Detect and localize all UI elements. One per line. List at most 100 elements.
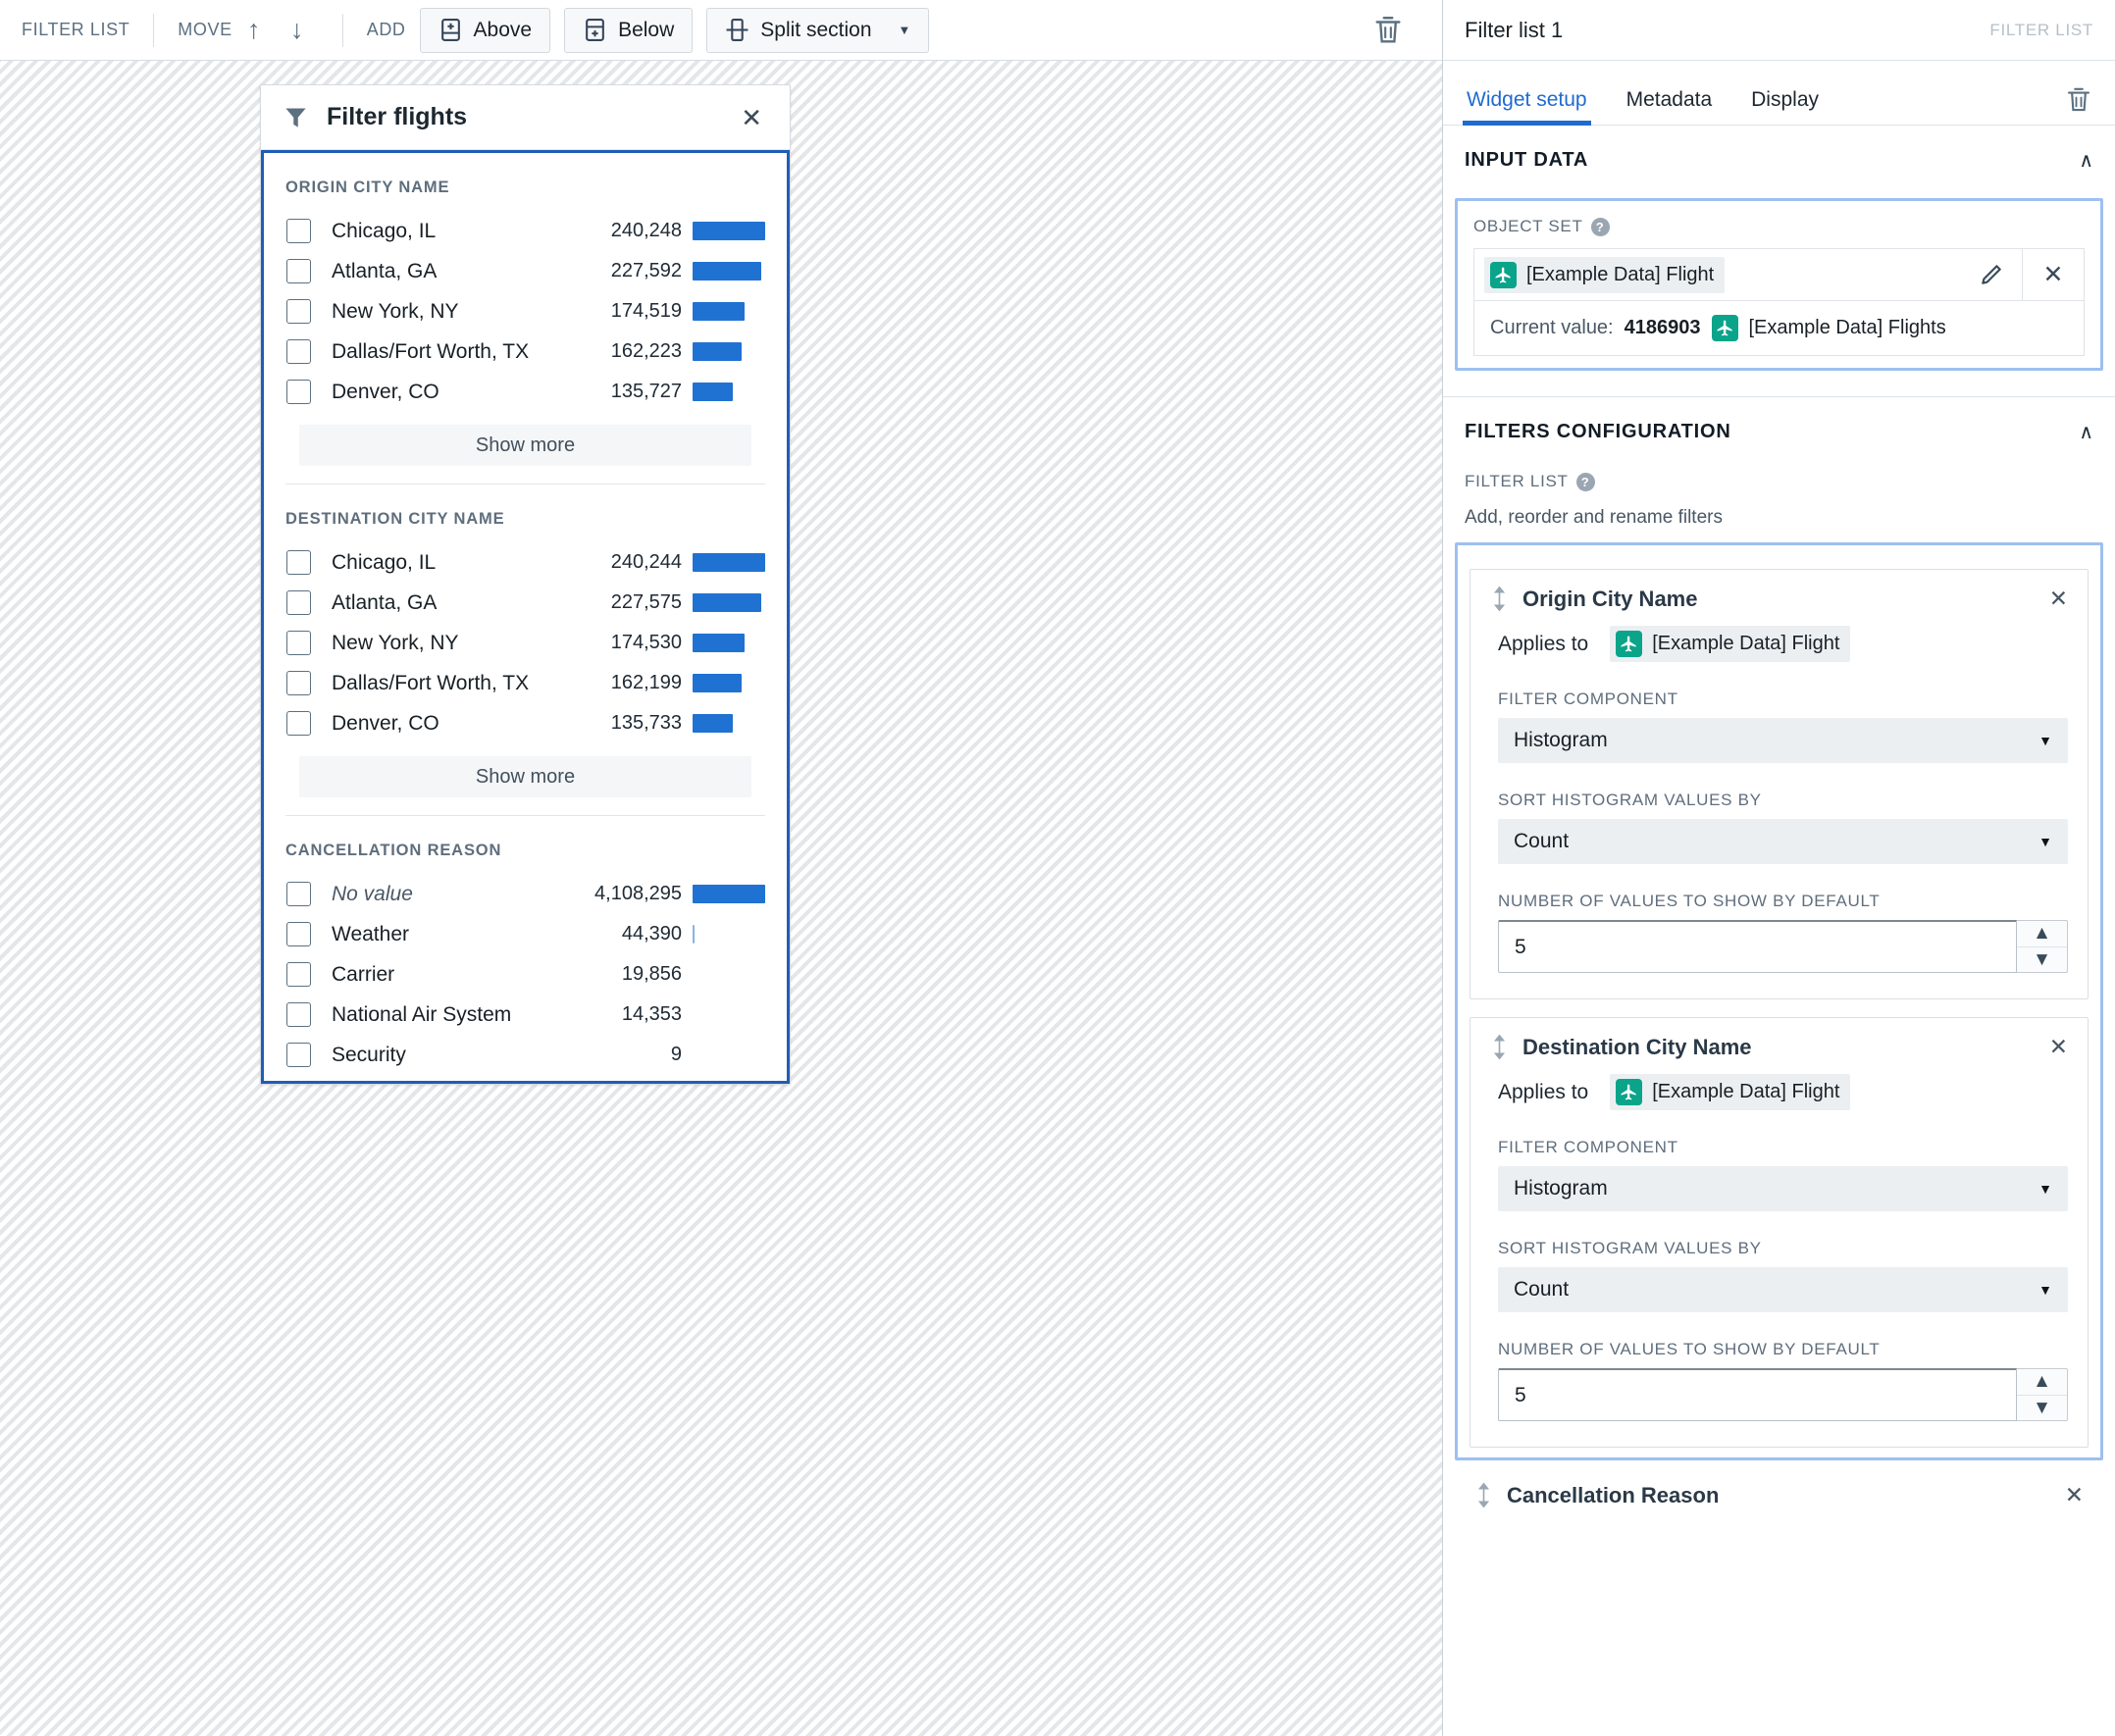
checkbox[interactable] xyxy=(286,1002,311,1027)
filter-card-cancellation-reason[interactable]: Cancellation Reason ✕ xyxy=(1443,1460,2115,1508)
values-count-input[interactable]: 5 xyxy=(1498,920,2017,973)
histogram-bar xyxy=(693,553,765,572)
checkbox[interactable] xyxy=(286,299,311,324)
chevron-down-icon[interactable]: ▼ xyxy=(2038,1181,2052,1197)
close-icon[interactable]: ✕ xyxy=(735,101,768,134)
values-count-spinner[interactable]: ▲ ▼ xyxy=(2017,920,2068,973)
input-data-section-header[interactable]: INPUT DATA ∧ xyxy=(1443,126,2115,194)
filter-value-row[interactable]: New York, NY 174,519 xyxy=(285,291,765,332)
checkbox[interactable] xyxy=(286,339,311,364)
applies-to-chip[interactable]: [Example Data] Flight xyxy=(1610,626,1851,662)
filter-component-select[interactable]: Histogram ▼ xyxy=(1498,718,2068,763)
current-value-row: Current value: 4186903 [Example Data] Fl… xyxy=(1473,301,2085,356)
values-count-stepper[interactable]: 5 ▲ ▼ xyxy=(1498,1368,2068,1421)
filter-value-count: 135,733 xyxy=(610,712,682,734)
checkbox[interactable] xyxy=(286,882,311,906)
filter-value-row[interactable]: New York, NY 174,530 xyxy=(285,623,765,663)
help-icon[interactable]: ? xyxy=(1575,472,1595,491)
sort-histogram-select[interactable]: Count ▼ xyxy=(1498,1267,2068,1312)
checkbox[interactable] xyxy=(286,631,311,655)
checkbox[interactable] xyxy=(286,671,311,695)
stepper-down-icon[interactable]: ▼ xyxy=(2017,946,2067,972)
filter-list-widget: Filter flights ✕ ORIGIN CITY NAME Chicago… xyxy=(260,84,791,1085)
checkbox[interactable] xyxy=(286,922,311,946)
show-more-button[interactable]: Show more xyxy=(299,425,751,466)
remove-filter-icon[interactable]: ✕ xyxy=(2049,1036,2068,1058)
filter-value-row[interactable]: Carrier 19,856 xyxy=(285,954,765,995)
tab-display[interactable]: Display xyxy=(1749,88,1821,125)
pencil-icon[interactable] xyxy=(1979,262,2004,287)
checkbox[interactable] xyxy=(286,219,311,243)
filter-card-title: Cancellation Reason xyxy=(1507,1482,1720,1507)
toolbar-add-label: ADD xyxy=(366,20,406,39)
tab-metadata[interactable]: Metadata xyxy=(1625,88,1715,125)
drag-handle-icon[interactable] xyxy=(1490,1034,1509,1060)
chevron-up-icon[interactable]: ∧ xyxy=(2079,420,2093,444)
drag-handle-icon[interactable] xyxy=(1490,586,1509,612)
filters-config-section-header[interactable]: FILTERS CONFIGURATION ∧ xyxy=(1443,397,2115,466)
filter-value-row[interactable]: No value 4,108,295 xyxy=(285,874,765,914)
add-below-button[interactable]: Below xyxy=(564,7,694,53)
values-count-spinner[interactable]: ▲ ▼ xyxy=(2017,1368,2068,1421)
delete-panel-icon[interactable] xyxy=(2064,85,2093,115)
values-count-input[interactable]: 5 xyxy=(1498,1368,2017,1421)
inspector-scroll-area[interactable]: INPUT DATA ∧ OBJECT SET ? [Example Data]… xyxy=(1443,126,2115,1736)
filter-value-label: New York, NY xyxy=(332,299,459,323)
chevron-down-icon[interactable]: ▼ xyxy=(899,23,911,37)
filter-value-row[interactable]: Denver, CO 135,727 xyxy=(285,372,765,412)
histogram-bar xyxy=(693,634,745,652)
checkbox[interactable] xyxy=(286,962,311,987)
move-down-icon[interactable]: ↓ xyxy=(276,17,319,43)
add-above-button[interactable]: Above xyxy=(419,7,551,53)
object-set-input[interactable]: [Example Data] Flight ✕ xyxy=(1473,248,2085,301)
checkbox[interactable] xyxy=(286,590,311,615)
filter-value-row[interactable]: Dallas/Fort Worth, TX 162,199 xyxy=(285,663,765,703)
applies-to-chip[interactable]: [Example Data] Flight xyxy=(1610,1074,1851,1110)
object-set-highlight-box: OBJECT SET ? [Example Data] Flight ✕ Cur… xyxy=(1455,198,2103,371)
histogram-bar-track xyxy=(693,222,765,240)
clear-object-set-icon[interactable]: ✕ xyxy=(2023,249,2084,300)
checkbox[interactable] xyxy=(286,259,311,283)
stepper-up-icon[interactable]: ▲ xyxy=(2017,921,2067,946)
remove-filter-icon[interactable]: ✕ xyxy=(2065,1484,2084,1506)
checkbox[interactable] xyxy=(286,711,311,736)
filter-value-count: 19,856 xyxy=(621,963,682,985)
filter-value-row[interactable]: Dallas/Fort Worth, TX 162,223 xyxy=(285,332,765,372)
chevron-down-icon[interactable]: ▼ xyxy=(2038,1282,2052,1298)
sort-histogram-select[interactable]: Count ▼ xyxy=(1498,819,2068,864)
drag-handle-icon[interactable] xyxy=(1474,1482,1493,1508)
histogram-bar-track xyxy=(693,965,765,984)
filter-value-row[interactable]: Chicago, IL 240,244 xyxy=(285,542,765,583)
filter-value-row[interactable]: Atlanta, GA 227,575 xyxy=(285,583,765,623)
show-more-button[interactable]: Show more xyxy=(299,756,751,797)
filter-value-row[interactable]: Atlanta, GA 227,592 xyxy=(285,251,765,291)
object-set-chip[interactable]: [Example Data] Flight xyxy=(1484,256,1726,293)
filter-component-select[interactable]: Histogram ▼ xyxy=(1498,1166,2068,1211)
delete-widget-icon[interactable] xyxy=(1371,14,1405,47)
values-count-stepper[interactable]: 5 ▲ ▼ xyxy=(1498,920,2068,973)
checkbox[interactable] xyxy=(286,1043,311,1067)
filter-value-row[interactable]: Security 9 xyxy=(285,1035,765,1075)
applies-to-value: [Example Data] Flight xyxy=(1652,1081,1840,1102)
chevron-down-icon[interactable]: ▼ xyxy=(2038,733,2052,748)
histogram-bar-track xyxy=(693,634,765,652)
filter-component-label: FILTER COMPONENT xyxy=(1498,689,1678,708)
toolbar-divider-1 xyxy=(153,13,155,47)
checkbox[interactable] xyxy=(286,550,311,575)
chevron-down-icon[interactable]: ▼ xyxy=(2038,834,2052,849)
stepper-up-icon[interactable]: ▲ xyxy=(2017,1369,2067,1395)
filter-component-label: FILTER COMPONENT xyxy=(1498,1138,1678,1156)
remove-filter-icon[interactable]: ✕ xyxy=(2049,587,2068,610)
help-icon[interactable]: ? xyxy=(1590,217,1610,236)
chevron-up-icon[interactable]: ∧ xyxy=(2079,148,2093,173)
checkbox[interactable] xyxy=(286,380,311,404)
split-section-button[interactable]: Split section ▼ xyxy=(706,7,930,53)
filter-value-row[interactable]: Denver, CO 135,733 xyxy=(285,703,765,743)
move-up-icon[interactable]: ↑ xyxy=(232,17,276,43)
add-below-label: Below xyxy=(618,18,675,41)
stepper-down-icon[interactable]: ▼ xyxy=(2017,1395,2067,1420)
filter-value-row[interactable]: National Air System 14,353 xyxy=(285,995,765,1035)
tab-widget-setup[interactable]: Widget setup xyxy=(1463,88,1591,126)
filter-value-row[interactable]: Chicago, IL 240,248 xyxy=(285,211,765,251)
filter-value-row[interactable]: Weather 44,390 xyxy=(285,914,765,954)
